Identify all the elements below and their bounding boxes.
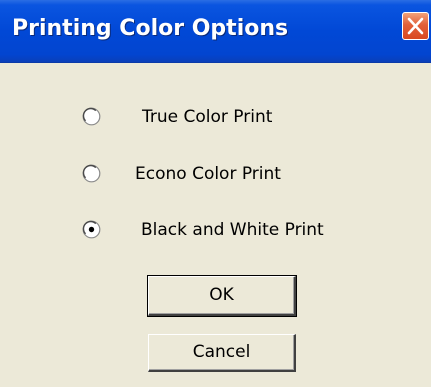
option-label-econo-color: Econo Color Print xyxy=(135,164,281,184)
option-true-color[interactable]: True Color Print xyxy=(0,103,431,133)
option-black-and-white[interactable]: Black and White Print xyxy=(0,216,431,246)
close-button[interactable] xyxy=(402,12,429,40)
close-icon xyxy=(407,17,424,35)
title-bar[interactable]: Printing Color Options xyxy=(0,0,431,63)
dialog-title: Printing Color Options xyxy=(12,16,289,41)
radio-button-econo-color[interactable] xyxy=(82,164,101,183)
option-label-black-and-white: Black and White Print xyxy=(141,220,324,240)
radio-button-true-color[interactable] xyxy=(82,107,101,126)
radio-button-black-and-white[interactable] xyxy=(82,220,101,239)
ok-button[interactable]: OK xyxy=(147,275,297,317)
option-label-true-color: True Color Print xyxy=(142,107,273,127)
option-econo-color[interactable]: Econo Color Print xyxy=(0,160,431,190)
cancel-button[interactable]: Cancel xyxy=(148,334,296,372)
